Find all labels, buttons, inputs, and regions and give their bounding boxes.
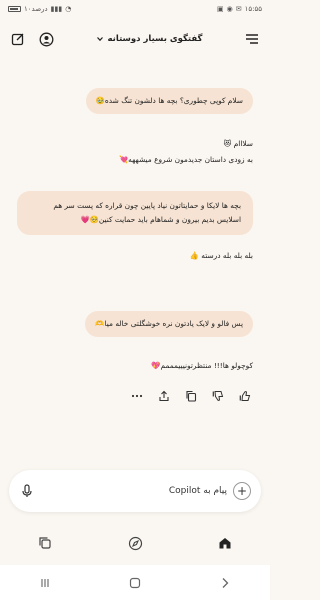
user-message: بچه ها لایکا و حمایتاتون نیاد پایین چون …	[17, 191, 253, 235]
chevron-down-icon	[96, 37, 103, 42]
user-message: پس فالو و لایک یادتون نره خوشگلتی خاله م…	[85, 311, 253, 337]
assistant-message-text: بله بله بله درسته 👍	[189, 251, 253, 260]
battery-percent: ۱۰درصد	[24, 4, 48, 13]
microphone-icon[interactable]	[19, 483, 35, 499]
home-button-icon[interactable]	[125, 573, 145, 593]
notification-icon: ▣	[216, 4, 224, 13]
assistant-message: سلااام 😻 به زودی داستان جدیدمون شروع میش…	[17, 138, 253, 166]
message-input[interactable]	[35, 486, 233, 496]
conversation-title-button[interactable]: گفتگوی بسیار دوستانه	[96, 34, 203, 44]
user-message-text: بچه ها لایکا و حمایتاتون نیاد پایین چون …	[53, 201, 241, 224]
message-icon: ✉	[235, 4, 242, 13]
user-message-text: سلام کوپی چطوری؟ بچه ها دلشون تنگ شده🥹	[95, 96, 243, 105]
composer: +	[9, 470, 261, 512]
compass-icon[interactable]	[125, 533, 145, 553]
user-message-text: پس فالو و لایک یادتون نره خوشگلتی خاله م…	[95, 319, 243, 328]
plus-icon[interactable]: +	[233, 482, 251, 500]
assistant-message-line: سلااام 😻	[223, 139, 253, 148]
copy-icon[interactable]	[35, 533, 55, 553]
status-left: ۱۰درصد ▮▮▮ ◔	[8, 4, 72, 13]
assistant-message-line: به زودی داستان جدیدمون شروع میشههه💘	[118, 155, 253, 164]
assistant-message: بله بله بله درسته 👍	[17, 250, 253, 262]
battery-icon	[8, 6, 21, 12]
copy-icon[interactable]	[184, 389, 198, 403]
app-header: گفتگوی بسیار دوستانه	[0, 26, 270, 52]
assistant-message: کوچولو ها!!! منتظرتونیییمممم💖	[17, 360, 253, 372]
header-left	[10, 31, 54, 47]
status-bar: ۱۰درصد ▮▮▮ ◔ ▣ ◉ ✉ ۱۵:۵۵	[0, 0, 270, 18]
menu-icon[interactable]	[244, 31, 260, 47]
status-time: ۱۵:۵۵	[244, 4, 262, 13]
system-nav-bar	[0, 565, 270, 600]
conversation-title: گفتگوی بسیار دوستانه	[107, 34, 203, 44]
app-icon: ◉	[226, 4, 233, 13]
back-icon[interactable]	[215, 573, 235, 593]
bottom-nav	[0, 528, 270, 558]
status-right: ▣ ◉ ✉ ۱۵:۵۵	[216, 4, 262, 13]
profile-icon[interactable]	[38, 31, 54, 47]
assistant-message-text: کوچولو ها!!! منتظرتونیییمممم💖	[151, 361, 253, 370]
wifi-icon: ◔	[65, 4, 72, 13]
new-chat-icon[interactable]	[10, 31, 26, 47]
share-icon[interactable]	[157, 389, 171, 403]
user-message: سلام کوپی چطوری؟ بچه ها دلشون تنگ شده🥹	[85, 88, 253, 114]
more-options-icon[interactable]	[130, 389, 144, 403]
thumbs-up-icon[interactable]	[238, 389, 252, 403]
recent-apps-icon[interactable]	[35, 573, 55, 593]
thumbs-down-icon[interactable]	[211, 389, 225, 403]
home-icon[interactable]	[215, 533, 235, 553]
message-actions	[130, 389, 252, 403]
signal-icon: ▮▮▮	[50, 4, 63, 13]
